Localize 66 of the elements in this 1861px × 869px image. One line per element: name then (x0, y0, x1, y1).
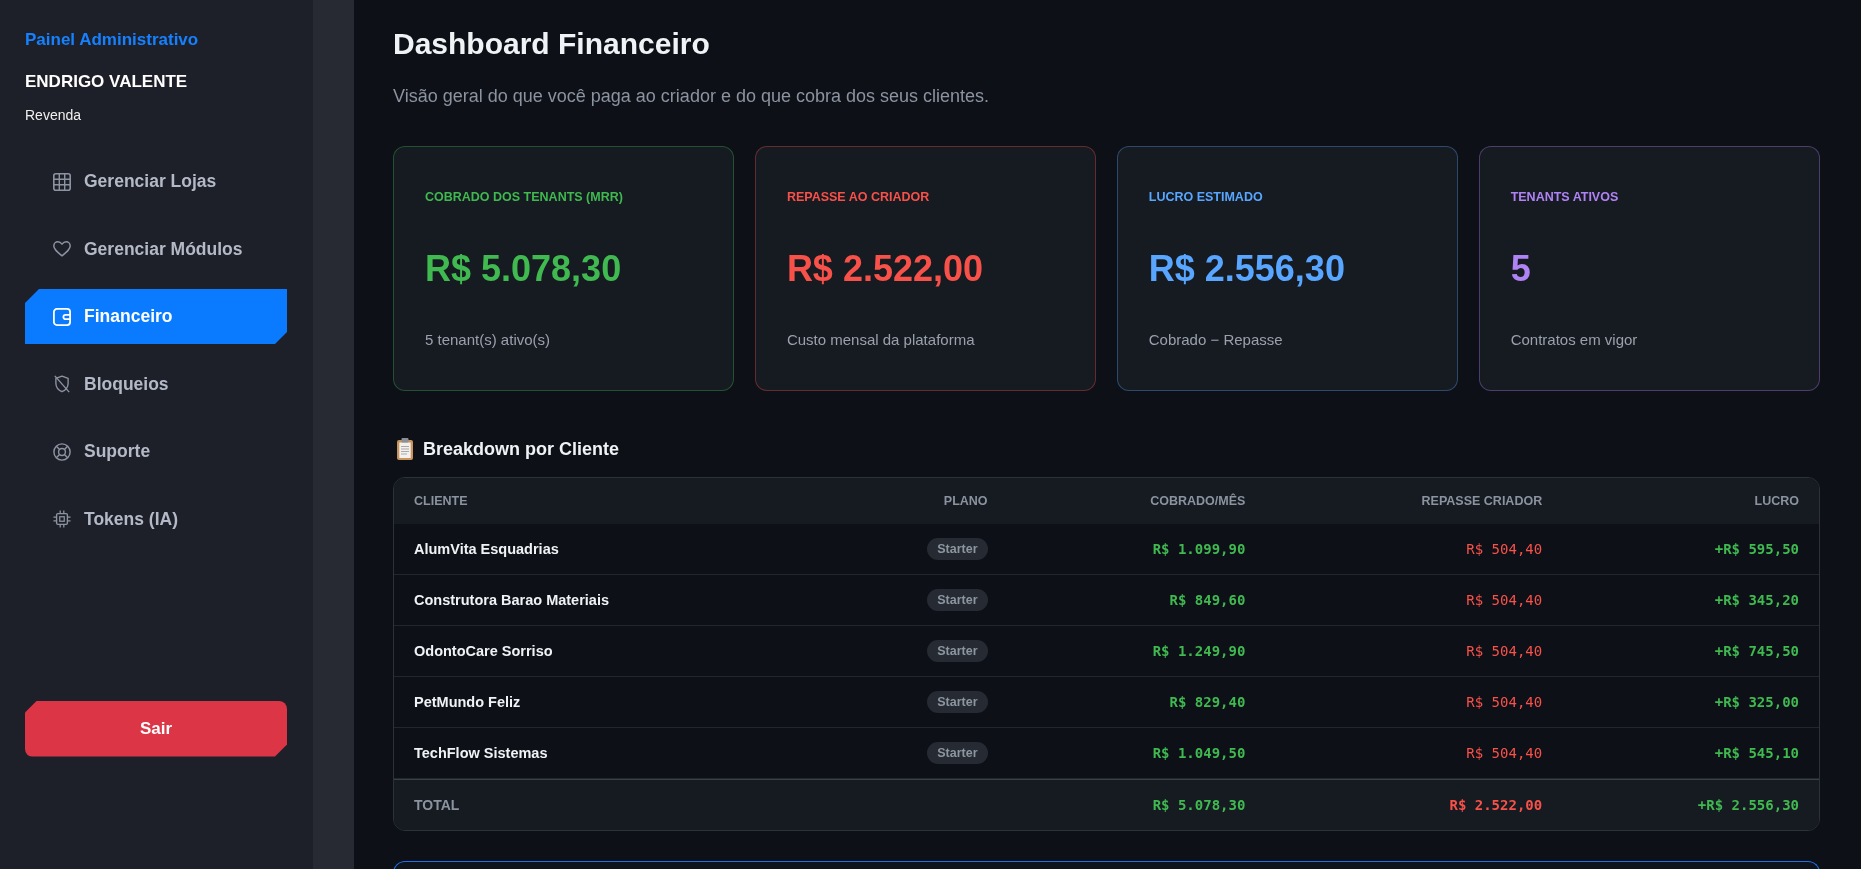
column-header: CLIENTE (414, 494, 468, 508)
nav-item[interactable]: Tokens (IA) (25, 491, 287, 547)
client-name: Construtora Barao Materiais (414, 592, 609, 608)
column-header: COBRADO/MÊS (1150, 494, 1246, 508)
client-name: AlumVita Esquadrias (414, 541, 559, 557)
stat-label: TENANTS ATIVOS (1510, 189, 1620, 205)
plan-badge: Starter (927, 742, 988, 764)
amount-cell: +R$ 545,10 (1714, 745, 1799, 761)
page-subtitle: Visão geral do que você paga ao criador e do que cobra dos seus clientes. (393, 85, 991, 108)
chip-icon (53, 510, 71, 528)
section-title: Breakdown por Cliente (423, 438, 620, 461)
stat-caption: Contratos em vigor (1510, 330, 1639, 350)
amount-cell: R$ 504,40 (1466, 694, 1543, 710)
stat-value: R$ 5.078,30 (425, 247, 623, 291)
nav-item[interactable]: Gerenciar Módulos (25, 221, 287, 277)
nav-item[interactable]: Bloqueios (25, 356, 287, 412)
client-name: OdontoCare Sorriso (414, 643, 553, 659)
column-header: LUCRO (1754, 494, 1799, 508)
client-name: TechFlow Sistemas (414, 745, 548, 761)
stat-label: COBRADO DOS TENANTS (MRR) (425, 189, 624, 205)
stat-label: LUCRO ESTIMADO (1148, 189, 1264, 205)
plan-badge: Starter (927, 538, 988, 560)
lifebuoy-icon (53, 442, 71, 461)
amount-cell: R$ 849,60 (1169, 592, 1246, 608)
stat-caption: Custo mensal da plataforma (786, 330, 976, 350)
stat-value: 5 (1510, 247, 1532, 291)
stat-value: R$ 2.522,00 (786, 247, 985, 291)
amount-cell: R$ 504,40 (1466, 745, 1543, 761)
amount-cell: R$ 2.522,00 (1449, 797, 1543, 813)
heart-icon (53, 240, 71, 258)
amount-cell: R$ 504,40 (1466, 592, 1543, 608)
nav-item[interactable]: Gerenciar Lojas (25, 154, 287, 209)
column-header: PLANO (943, 494, 988, 508)
amount-cell: R$ 1.099,90 (1152, 541, 1246, 557)
plan-badge: Starter (927, 589, 988, 611)
amount-cell: R$ 504,40 (1466, 541, 1543, 557)
page-title: Dashboard Financeiro (393, 26, 711, 62)
amount-cell: +R$ 325,00 (1714, 694, 1799, 710)
amount-cell: R$ 1.249,90 (1152, 643, 1246, 659)
logout-button[interactable]: Sair (25, 700, 287, 757)
nav-item[interactable]: Suporte (25, 424, 287, 479)
wallet-icon (53, 307, 71, 326)
stat-caption: 5 tenant(s) ativo(s) (425, 330, 552, 350)
shield-slash-icon (53, 375, 71, 393)
amount-cell: R$ 504,40 (1466, 643, 1543, 659)
plan-badge: Starter (927, 640, 988, 662)
plan-badge: Starter (927, 691, 988, 713)
user-name: ENDRIGO VALENTE (25, 71, 189, 93)
grid-icon (53, 172, 71, 191)
amount-cell: +R$ 345,20 (1714, 592, 1799, 608)
column-header: REPASSE CRIADOR (1421, 494, 1543, 508)
total-label: TOTAL (414, 797, 460, 813)
amount-cell: +R$ 2.556,30 (1697, 797, 1799, 813)
amount-cell: R$ 5.078,30 (1152, 797, 1246, 813)
nav-item[interactable]: Financeiro (25, 289, 287, 344)
stat-value: R$ 2.556,30 (1148, 247, 1346, 291)
amount-cell: +R$ 595,50 (1714, 541, 1799, 557)
amount-cell: R$ 1.049,50 (1152, 745, 1246, 761)
brand-title: Painel Administrativo (25, 29, 200, 51)
stat-label: REPASSE AO CRIADOR (786, 189, 931, 205)
amount-cell: +R$ 745,50 (1714, 643, 1799, 659)
amount-cell: R$ 829,40 (1169, 694, 1246, 710)
user-role: Revenda (25, 106, 83, 124)
clipboard-icon (397, 438, 413, 460)
client-name: PetMundo Feliz (414, 694, 521, 710)
stat-caption: Cobrado − Repasse (1148, 330, 1284, 350)
